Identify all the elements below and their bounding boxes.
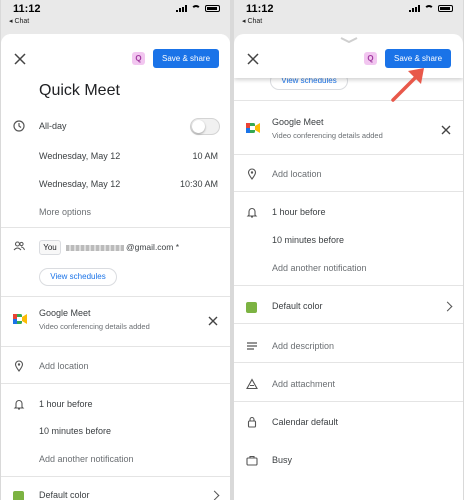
back-to-chat-link[interactable]: ◂ Chat xyxy=(9,17,29,25)
status-time: 11:12 xyxy=(13,3,41,15)
divider xyxy=(234,100,463,101)
add-another-notification[interactable]: Add another notification xyxy=(272,263,367,273)
editor-toolbar: Q Save & share xyxy=(1,34,230,82)
add-another-notification[interactable]: Add another notification xyxy=(39,454,134,464)
signal-icon xyxy=(176,5,187,12)
remove-meet-close-icon[interactable] xyxy=(208,316,218,326)
default-color-label: Default color xyxy=(272,301,323,311)
status-icons xyxy=(176,5,220,12)
color-square-icon xyxy=(246,302,257,313)
divider xyxy=(1,227,230,228)
status-time: 11:12 xyxy=(246,3,274,15)
meet-title: Google Meet xyxy=(272,117,324,127)
battery-icon xyxy=(438,5,453,12)
add-location[interactable]: Add location xyxy=(272,169,322,179)
notification-10-min[interactable]: 10 minutes before xyxy=(39,426,111,436)
description-icon xyxy=(247,342,257,350)
wifi-icon xyxy=(191,5,201,12)
meet-subtitle: Video conferencing details added xyxy=(272,131,383,140)
end-date[interactable]: Wednesday, May 12 xyxy=(39,179,120,189)
briefcase-icon xyxy=(246,455,258,466)
clock-icon xyxy=(13,120,25,132)
right-phone-screen: 11:12 ◂ Chat Q Save & share View schedul… xyxy=(234,0,463,500)
divider xyxy=(234,191,463,192)
redacted-email xyxy=(66,245,124,251)
close-icon[interactable] xyxy=(13,52,27,66)
avatar[interactable]: Q xyxy=(364,52,377,65)
battery-icon xyxy=(205,5,220,12)
wifi-icon xyxy=(424,5,434,12)
start-date[interactable]: Wednesday, May 12 xyxy=(39,151,120,161)
status-bar: 11:12 ◂ Chat xyxy=(234,0,463,30)
signal-icon xyxy=(409,5,420,12)
screenshot: 11:12 ◂ Chat Q Save & share Quick Meet A… xyxy=(0,0,464,500)
left-phone-screen: 11:12 ◂ Chat Q Save & share Quick Meet A… xyxy=(1,0,230,500)
start-time[interactable]: 10 AM xyxy=(192,151,218,161)
sheet-handle-icon[interactable] xyxy=(340,37,358,43)
people-icon xyxy=(13,241,25,251)
google-meet-icon xyxy=(13,314,27,324)
end-time[interactable]: 10:30 AM xyxy=(180,179,218,189)
chevron-right-icon xyxy=(442,301,453,312)
notification-1-hour[interactable]: 1 hour before xyxy=(39,399,93,409)
guest-email-suffix: @gmail.com * xyxy=(126,242,180,252)
add-attachment[interactable]: Add attachment xyxy=(272,379,335,389)
notification-1-hour[interactable]: 1 hour before xyxy=(272,207,326,217)
red-arrow-annotation-icon xyxy=(391,68,424,102)
default-color-label: Default color xyxy=(39,490,90,500)
divider xyxy=(234,323,463,324)
divider xyxy=(234,285,463,286)
status-bar: 11:12 ◂ Chat xyxy=(1,0,230,30)
event-editor-sheet: Q Save & share View schedules Google Mee… xyxy=(234,34,463,500)
you-chip[interactable]: You xyxy=(39,240,61,255)
calendar-default-label[interactable]: Calendar default xyxy=(272,417,338,427)
event-title[interactable]: Quick Meet xyxy=(39,82,120,100)
divider xyxy=(1,346,230,347)
divider xyxy=(234,362,463,363)
divider xyxy=(1,476,230,477)
more-options-link[interactable]: More options xyxy=(39,207,91,217)
avatar[interactable]: Q xyxy=(132,52,145,65)
divider xyxy=(234,154,463,155)
meet-subtitle: Video conferencing details added xyxy=(39,322,150,331)
notification-10-min[interactable]: 10 minutes before xyxy=(272,235,344,245)
editor-toolbar: Q Save & share xyxy=(234,34,463,78)
add-description[interactable]: Add description xyxy=(272,341,334,351)
lock-icon xyxy=(247,416,257,428)
attachment-icon xyxy=(246,378,258,390)
divider xyxy=(234,401,463,402)
color-square-icon xyxy=(13,491,24,500)
remove-meet-close-icon[interactable] xyxy=(441,125,451,135)
all-day-toggle[interactable] xyxy=(190,118,220,135)
google-meet-icon xyxy=(246,123,260,133)
busy-label[interactable]: Busy xyxy=(272,455,292,465)
chevron-right-icon xyxy=(209,490,220,500)
view-schedules-button[interactable]: View schedules xyxy=(39,268,117,286)
divider xyxy=(1,383,230,384)
location-pin-icon xyxy=(14,360,24,372)
location-pin-icon xyxy=(247,168,257,180)
save-and-share-button[interactable]: Save & share xyxy=(153,49,219,68)
meet-title: Google Meet xyxy=(39,308,91,318)
event-editor-sheet: Q Save & share Quick Meet All-day Wednes… xyxy=(1,34,230,500)
back-to-chat-link[interactable]: ◂ Chat xyxy=(242,17,262,25)
close-icon[interactable] xyxy=(246,52,260,66)
bell-icon xyxy=(13,400,25,410)
add-location[interactable]: Add location xyxy=(39,361,89,371)
all-day-label: All-day xyxy=(39,121,67,131)
status-icons xyxy=(409,5,453,12)
divider xyxy=(1,296,230,297)
bell-icon xyxy=(246,208,258,218)
